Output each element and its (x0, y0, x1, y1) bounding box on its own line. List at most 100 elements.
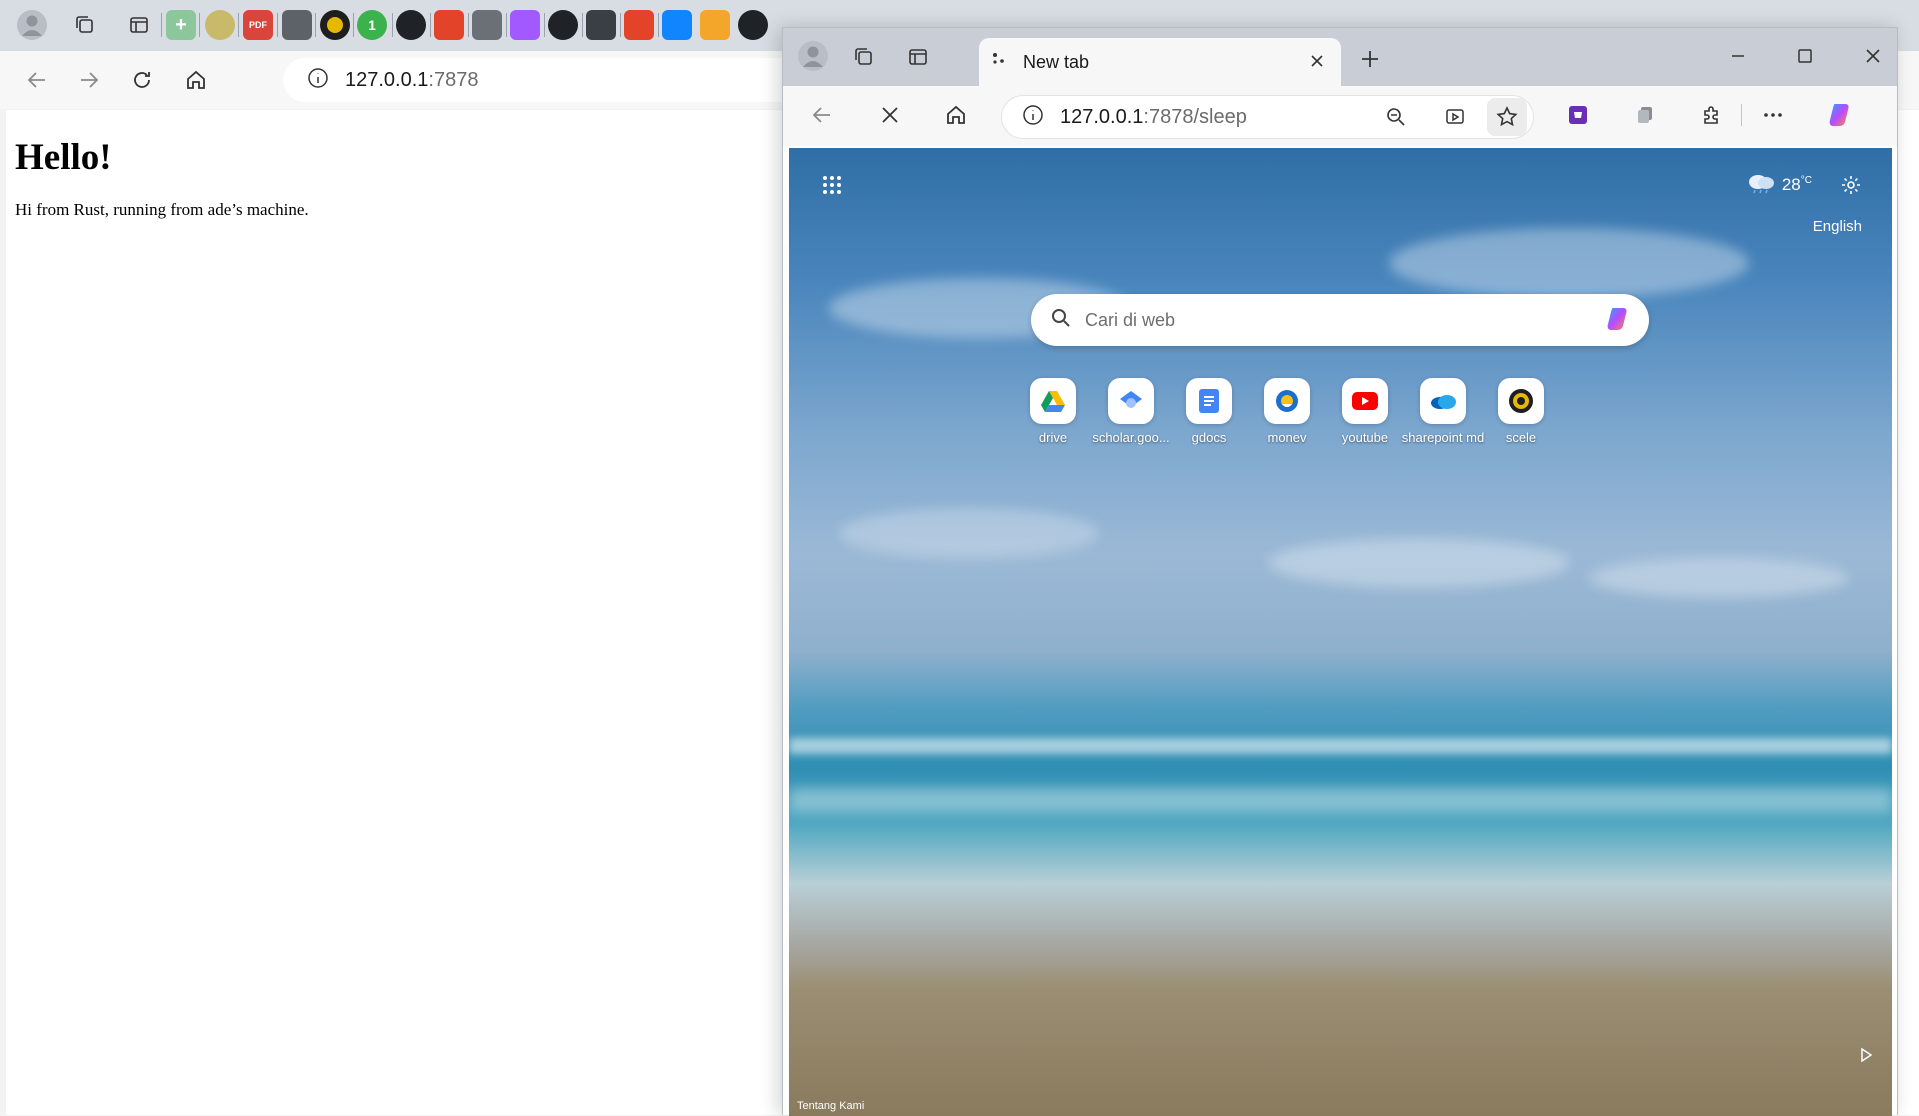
notes-tab-icon[interactable] (282, 10, 312, 40)
search-input[interactable] (1083, 308, 1563, 332)
tab-separator (238, 13, 239, 37)
tab-separator (468, 13, 469, 37)
forward-arrow-icon[interactable] (72, 63, 106, 97)
maximize-icon[interactable] (1785, 38, 1825, 74)
workspaces-icon[interactable] (847, 40, 881, 74)
tab-separator (392, 13, 393, 37)
play-background-icon[interactable] (1858, 1047, 1874, 1068)
google-drive-icon (1030, 378, 1076, 424)
app-launcher-grid-icon[interactable] (817, 170, 847, 200)
github-tab-icon[interactable] (396, 10, 426, 40)
front-address-bar[interactable]: 127.0.0.1:7878/sleep (1001, 95, 1534, 139)
vertical-tabs-icon[interactable] (120, 6, 158, 44)
github-tab-icon[interactable] (548, 10, 578, 40)
read-aloud-icon[interactable] (1445, 106, 1467, 133)
quick-link-label: scele (1505, 430, 1537, 445)
google-scholar-icon (1108, 378, 1154, 424)
copilot-icon[interactable] (1823, 96, 1861, 134)
vercel-tab-icon[interactable] (586, 10, 616, 40)
stop-loading-icon[interactable] (873, 98, 907, 132)
youtube-icon (1342, 378, 1388, 424)
site-info-icon[interactable] (307, 67, 329, 94)
back-arrow-icon[interactable] (805, 98, 839, 132)
profile-avatar-icon[interactable] (795, 38, 831, 74)
tab-separator (582, 13, 583, 37)
github-tab-icon[interactable] (738, 10, 768, 40)
tab-separator (199, 13, 200, 37)
extensions-puzzle-icon[interactable] (1695, 98, 1729, 132)
onedrive-cloud-icon (1420, 378, 1466, 424)
front-browser-window: New tab 127.0.0.1:7878/sleep 28 °C Engli… (782, 27, 1898, 1116)
refresh-icon[interactable] (125, 63, 159, 97)
figma-tab-icon[interactable] (510, 10, 540, 40)
url-host: 127.0.0.1 (345, 68, 429, 91)
calendar-tab-icon[interactable] (472, 10, 502, 40)
tab-separator (161, 13, 162, 37)
wave-foam (789, 738, 1892, 754)
about-us-link[interactable]: Tentang Kami (797, 1100, 864, 1112)
background-cloud (1269, 538, 1569, 588)
favorite-star-icon[interactable] (1487, 98, 1527, 136)
gitlab-tab-icon[interactable] (624, 10, 654, 40)
url-path: :7878 (428, 68, 479, 91)
monev-icon (1264, 378, 1310, 424)
web-search-box[interactable] (1031, 294, 1649, 346)
bluesky-tab-icon[interactable] (662, 10, 692, 40)
page-paragraph: Hi from Rust, running from ade’s machine… (15, 200, 309, 219)
counter-tab-icon[interactable]: 1 (357, 10, 387, 40)
cloud-rain-icon (1746, 170, 1776, 199)
site-info-icon[interactable] (1022, 104, 1044, 131)
back-arrow-icon[interactable] (20, 63, 54, 97)
tab-separator (544, 13, 545, 37)
page-heading: Hello! (15, 137, 112, 178)
tab-new-tab[interactable]: New tab (979, 38, 1341, 86)
vertical-tabs-icon[interactable] (901, 40, 935, 74)
university-seal-tab-icon[interactable] (320, 10, 350, 40)
close-tab-icon[interactable] (1307, 51, 1327, 76)
loading-spinner-icon (991, 51, 1011, 74)
browser-essentials-icon[interactable] (1561, 98, 1595, 132)
more-options-icon[interactable] (1756, 98, 1790, 132)
quick-link-scele[interactable]: scele (1473, 378, 1569, 445)
tab-separator (658, 13, 659, 37)
collections-icon[interactable] (1628, 98, 1662, 132)
wave-foam (789, 788, 1892, 812)
tab-separator (277, 13, 278, 37)
copilot-icon[interactable] (1605, 304, 1635, 339)
page-settings-gear-icon[interactable] (1836, 170, 1866, 200)
front-tab-strip: New tab (783, 28, 1897, 86)
tab-separator (620, 13, 621, 37)
workspaces-icon[interactable] (66, 6, 104, 44)
home-icon[interactable] (179, 63, 213, 97)
home-icon[interactable] (939, 98, 973, 132)
spreadsheet-tab-icon[interactable]: + (166, 10, 196, 40)
pdf-tab-icon[interactable]: PDF (243, 10, 273, 40)
back-url-text: 127.0.0.1:7878 (345, 69, 478, 92)
tab-title: New tab (1023, 51, 1090, 72)
tab-separator (315, 13, 316, 37)
weather-temperature: 28 (1781, 174, 1801, 194)
language-selector[interactable]: English (1813, 218, 1862, 235)
new-tab-plus-icon[interactable] (1353, 42, 1387, 76)
google-docs-icon (1186, 378, 1232, 424)
profile-avatar-icon[interactable] (13, 6, 51, 44)
close-window-icon[interactable] (1853, 38, 1893, 74)
tab-separator (430, 13, 431, 37)
new-tab-page: 28 °C English drive scholar.go (789, 148, 1892, 1116)
background-cloud (1389, 228, 1749, 298)
background-cloud (839, 508, 1099, 558)
toolbar-divider (1741, 104, 1742, 126)
university-seal-icon (1498, 378, 1544, 424)
front-url-text: 127.0.0.1:7878/sleep (1060, 106, 1247, 129)
weather-unit: °C (1800, 175, 1812, 186)
tab-separator (506, 13, 507, 37)
tab-separator (353, 13, 354, 37)
zoom-out-icon[interactable] (1385, 106, 1407, 133)
gitlab-tab-icon[interactable] (434, 10, 464, 40)
background-cloud (1589, 558, 1849, 598)
university-seal-tab-icon[interactable] (205, 10, 235, 40)
minimize-icon[interactable] (1718, 38, 1758, 74)
url-host: 127.0.0.1 (1060, 105, 1144, 128)
weather-widget[interactable]: 28 °C (1746, 170, 1812, 199)
blogger-tab-icon[interactable] (700, 10, 730, 40)
